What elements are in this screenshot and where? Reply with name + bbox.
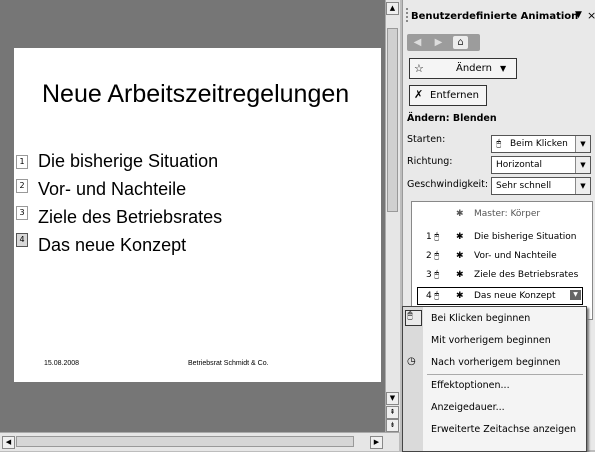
close-icon[interactable]: ×: [587, 9, 595, 22]
previous-slide-icon[interactable]: ⇞: [386, 406, 399, 419]
effect-star-icon: ✱: [456, 232, 464, 242]
remove-button-label: Entfernen: [430, 90, 480, 101]
horizontal-scroll-thumb[interactable]: [16, 436, 354, 447]
mouse-click-icon: 🖰: [407, 310, 413, 321]
chevron-down-icon[interactable]: ▼: [575, 136, 590, 152]
list-header-label: Master: Körper: [474, 209, 541, 219]
footer-text: Betriebsrat Schmidt & Co.: [188, 360, 269, 367]
list-header: ✱ Master: Körper: [412, 205, 590, 223]
clock-icon: ◷: [407, 356, 416, 367]
direction-select[interactable]: Horizontal ▼: [491, 156, 591, 174]
footer-date: 15.08.2008: [44, 360, 80, 367]
start-select-value: Beim Klicken: [510, 139, 568, 149]
item-label: Die bisherige Situation: [474, 232, 577, 242]
menu-icon-gutter: [403, 307, 423, 451]
next-slide-icon[interactable]: ⇟: [386, 419, 399, 432]
change-button[interactable]: ☆ Ändern ▼: [409, 58, 517, 79]
remove-button[interactable]: ✗ Entfernen: [409, 85, 487, 106]
speed-select-value: Sehr schnell: [496, 181, 552, 191]
item-dropdown-icon[interactable]: ▼: [570, 290, 581, 300]
item-number: 2: [426, 251, 432, 261]
slide-title[interactable]: Neue Arbeitszeitregelungen: [42, 80, 349, 109]
mouse-click-icon: 🖰: [434, 270, 440, 280]
pane-menu-icon[interactable]: ▼: [575, 10, 582, 20]
item-label: Ziele des Betriebsrates: [474, 270, 579, 280]
scroll-down-icon[interactable]: ▼: [386, 392, 399, 405]
forward-icon[interactable]: ▶: [431, 36, 446, 49]
list-item-selected[interactable]: 4 🖰 ✱ Das neue Konzept ▼: [417, 287, 583, 305]
chevron-down-icon[interactable]: ▼: [575, 178, 590, 194]
animation-tag-2[interactable]: 2: [16, 179, 28, 193]
effect-star-icon: ✱: [456, 209, 464, 219]
context-menu: 🖰 Bei Klicken beginnen Mit vorherigem be…: [402, 306, 587, 452]
start-select[interactable]: 🖰 Beim Klicken ▼: [491, 135, 591, 153]
change-button-label: Ändern: [456, 63, 492, 74]
slide-canvas[interactable]: Neue Arbeitszeitregelungen 1 Die bisheri…: [14, 48, 381, 382]
section-title: Ändern: Blenden: [407, 113, 497, 124]
animation-tag-4[interactable]: 4: [16, 233, 28, 247]
back-icon[interactable]: ◀: [410, 36, 425, 49]
bullet-3[interactable]: Ziele des Betriebsrates: [38, 207, 222, 228]
start-label: Starten:: [407, 134, 446, 145]
horizontal-scrollbar[interactable]: ◀ ▶: [0, 432, 399, 451]
menu-item-after-previous[interactable]: Nach vorherigem beginnen: [431, 357, 560, 368]
scroll-right-icon[interactable]: ▶: [370, 436, 383, 449]
mouse-click-icon: 🖰: [434, 251, 440, 261]
menu-item-effect-options[interactable]: Effektoptionen...: [431, 380, 510, 391]
menu-item-advanced-timeline[interactable]: Erweiterte Zeitachse anzeigen: [431, 424, 576, 435]
mouse-click-icon: 🖰: [434, 291, 440, 301]
list-item[interactable]: 2 🖰 ✱ Vor- und Nachteile: [412, 247, 590, 265]
animation-tag-3[interactable]: 3: [16, 206, 28, 220]
speed-label: Geschwindigkeit:: [407, 179, 489, 190]
menu-item-with-previous[interactable]: Mit vorherigem beginnen: [431, 335, 551, 346]
pane-grip[interactable]: [406, 8, 410, 22]
bullet-4[interactable]: Das neue Konzept: [38, 235, 186, 256]
direction-label: Richtung:: [407, 156, 453, 167]
item-number: 3: [426, 270, 432, 280]
animation-tag-1[interactable]: 1: [16, 155, 28, 169]
mouse-click-icon: 🖰: [434, 232, 440, 242]
vertical-scrollbar[interactable]: ▲ ▼ ⇞ ⇟: [385, 0, 400, 432]
item-number: 1: [426, 232, 432, 242]
star-add-icon: ☆: [414, 62, 424, 75]
pane-navigation: ◀ ▶ ⌂: [407, 34, 480, 51]
menu-separator: [427, 374, 583, 375]
remove-effect-icon: ✗: [414, 88, 424, 101]
slide-editing-area: Neue Arbeitszeitregelungen 1 Die bisheri…: [0, 0, 385, 450]
item-number: 4: [426, 291, 432, 301]
chevron-down-icon: ▼: [500, 64, 507, 73]
mouse-click-icon: 🖰: [496, 139, 502, 149]
list-item[interactable]: 3 🖰 ✱ Ziele des Betriebsrates: [412, 266, 590, 284]
menu-item-on-click[interactable]: Bei Klicken beginnen: [431, 313, 530, 324]
scroll-up-icon[interactable]: ▲: [386, 2, 399, 15]
bullet-1[interactable]: Die bisherige Situation: [38, 151, 218, 172]
pane-title: Benutzerdefinierte Animation: [411, 11, 579, 22]
animation-list[interactable]: ✱ Master: Körper 1 🖰 ✱ Die bisherige Sit…: [411, 201, 593, 320]
list-item[interactable]: 1 🖰 ✱ Die bisherige Situation: [412, 228, 590, 246]
bullet-2[interactable]: Vor- und Nachteile: [38, 179, 186, 200]
vertical-scroll-thumb[interactable]: [387, 28, 398, 212]
effect-star-icon: ✱: [456, 291, 464, 301]
scroll-left-icon[interactable]: ◀: [2, 436, 15, 449]
speed-select[interactable]: Sehr schnell ▼: [491, 177, 591, 195]
menu-item-timing[interactable]: Anzeigedauer...: [431, 402, 505, 413]
effect-star-icon: ✱: [456, 251, 464, 261]
item-label: Vor- und Nachteile: [474, 251, 557, 261]
chevron-down-icon[interactable]: ▼: [575, 157, 590, 173]
effect-star-icon: ✱: [456, 270, 464, 280]
direction-select-value: Horizontal: [496, 160, 542, 170]
home-icon[interactable]: ⌂: [453, 36, 468, 49]
item-label: Das neue Konzept: [474, 291, 556, 301]
